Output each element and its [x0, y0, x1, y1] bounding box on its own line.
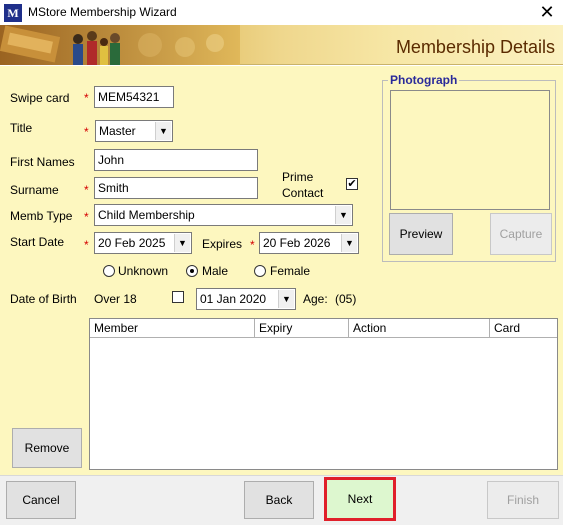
required-marker: * [84, 210, 89, 224]
memb-type-label: Memb Type [10, 209, 73, 223]
gender-radio-female[interactable] [254, 265, 266, 277]
prime-contact-label-line1: Prime [282, 170, 314, 184]
memb-type-select[interactable]: Child Membership ▼ [94, 204, 353, 226]
gender-unknown-label: Unknown [118, 264, 169, 278]
expires-date-value: 20 Feb 2026 [263, 236, 331, 250]
capture-button[interactable]: Capture [490, 213, 552, 255]
chevron-down-icon[interactable]: ▼ [278, 290, 294, 308]
title-select[interactable]: Master ▼ [95, 120, 173, 142]
finish-label: Finish [506, 493, 539, 507]
surname-input[interactable]: Smith [94, 177, 258, 199]
window-title: MStore Membership Wizard [28, 5, 177, 19]
age-label: Age: [303, 292, 328, 306]
gender-female-label: Female [270, 264, 311, 278]
back-label: Back [265, 493, 293, 507]
chevron-down-icon[interactable]: ▼ [341, 234, 357, 252]
remove-button[interactable]: Remove [12, 428, 82, 468]
dob-value: 01 Jan 2020 [200, 292, 267, 306]
surname-label: Surname [10, 183, 59, 197]
swipe-card-input[interactable]: MEM54321 [94, 86, 174, 108]
cancel-button[interactable]: Cancel [6, 481, 76, 519]
prime-contact-checkbox[interactable]: ✔ [346, 178, 358, 190]
first-names-label: First Names [10, 155, 75, 169]
memb-type-select-value: Child Membership [98, 208, 195, 222]
required-marker: * [84, 91, 89, 105]
start-date-label: Start Date [10, 235, 65, 249]
age-value: (05) [335, 292, 357, 306]
prime-contact-label-line2: Contact [282, 186, 324, 200]
column-header-action[interactable]: Action [349, 319, 490, 338]
photo-preview-area [390, 90, 550, 210]
title-select-value: Master [99, 124, 136, 138]
chevron-down-icon[interactable]: ▼ [155, 122, 171, 140]
column-header-card[interactable]: Card [490, 319, 557, 338]
expires-date-picker[interactable]: 20 Feb 2026 ▼ [259, 232, 359, 254]
cancel-label: Cancel [22, 493, 60, 507]
back-button[interactable]: Back [244, 481, 314, 519]
gender-radio-male[interactable] [186, 265, 198, 277]
banner: Membership Details [0, 25, 563, 65]
start-date-picker[interactable]: 20 Feb 2025 ▼ [94, 232, 192, 254]
banner-image [0, 25, 240, 65]
date-of-birth-label: Date of Birth [10, 292, 77, 306]
title-bar: M MStore Membership Wizard ✕ [0, 0, 563, 25]
close-icon[interactable]: ✕ [536, 2, 558, 22]
column-header-expiry[interactable]: Expiry [255, 319, 349, 338]
over-18-label: Over 18 [94, 292, 137, 306]
chevron-down-icon[interactable]: ▼ [335, 206, 351, 224]
required-marker: * [84, 238, 89, 252]
next-button[interactable]: Next [324, 477, 396, 521]
preview-button[interactable]: Preview [389, 213, 453, 255]
photograph-legend: Photograph [388, 73, 460, 87]
gender-radio-unknown[interactable] [103, 265, 115, 277]
gender-male-label: Male [202, 264, 229, 278]
first-names-input[interactable]: John [94, 149, 258, 171]
members-table[interactable]: Member Expiry Action Card [89, 318, 558, 470]
chevron-down-icon[interactable]: ▼ [174, 234, 190, 252]
dob-date-picker[interactable]: 01 Jan 2020 ▼ [196, 288, 296, 310]
required-marker: * [84, 183, 89, 197]
required-marker: * [250, 238, 255, 252]
finish-button[interactable]: Finish [487, 481, 559, 519]
app-icon: M [4, 4, 22, 22]
next-label: Next [347, 492, 373, 506]
column-header-member[interactable]: Member [90, 319, 255, 338]
page-heading: Membership Details [395, 37, 555, 57]
title-label: Title [10, 121, 33, 135]
expires-label: Expires [202, 237, 243, 251]
over-18-checkbox[interactable] [172, 291, 184, 303]
swipe-card-label: Swipe card [10, 91, 70, 105]
start-date-value: 20 Feb 2025 [98, 236, 166, 250]
required-marker: * [84, 125, 89, 139]
